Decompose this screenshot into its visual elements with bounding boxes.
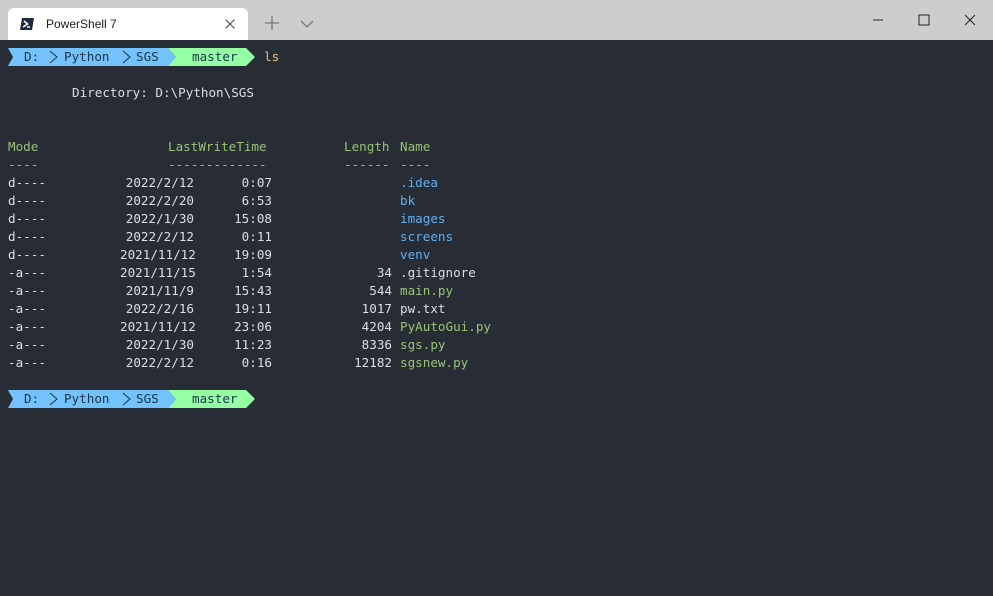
row-name[interactable]: images: [400, 210, 446, 228]
maximize-button[interactable]: [901, 0, 947, 40]
table-row: d---- 2022/1/30 15:08 images: [8, 210, 446, 228]
row-mode: d----: [8, 193, 46, 208]
table-row: -a--- 2021/11/9 15:43 544 main.py: [8, 282, 453, 300]
prompt-drive: D:: [24, 391, 40, 406]
row-time: 11:23: [234, 337, 272, 352]
prompt-drive: D:: [24, 49, 40, 64]
table-header: Mode LastWriteTime Length Name: [8, 138, 430, 156]
row-date: 2022/2/12: [125, 355, 194, 370]
underline-lastwritetime: -------------: [168, 157, 267, 172]
prompt-folder: SGS: [136, 391, 159, 406]
row-mode: -a---: [8, 355, 46, 370]
row-name[interactable]: .idea: [400, 174, 438, 192]
plus-icon[interactable]: [262, 13, 282, 33]
minimize-icon: [873, 19, 883, 21]
row-date: 2022/2/16: [125, 301, 194, 316]
row-mode: -a---: [8, 337, 46, 352]
row-time: 23:06: [234, 319, 272, 334]
table-row: -a--- 2022/2/16 19:11 1017 pw.txt: [8, 300, 446, 318]
row-name[interactable]: bk: [400, 192, 415, 210]
prompt-folder: Python: [64, 49, 110, 64]
table-row: -a--- 2022/2/12 0:16 12182 sgsnew.py: [8, 354, 468, 372]
underline-mode: ----: [8, 157, 39, 172]
row-name[interactable]: sgs.py: [400, 336, 446, 354]
row-mode: -a---: [8, 301, 46, 316]
row-date: 2022/1/30: [125, 337, 194, 352]
terminal-pane[interactable]: D: Python SGS master ls Directory: D:\Py…: [0, 40, 993, 596]
underline-name: ----: [400, 157, 431, 172]
table-row: d---- 2022/2/20 6:53 bk: [8, 192, 415, 210]
row-date: 2021/11/9: [125, 283, 194, 298]
underline-length: ------: [344, 157, 390, 172]
close-icon: [964, 14, 976, 26]
row-date: 2022/1/30: [125, 211, 194, 226]
row-mode: d----: [8, 247, 46, 262]
table-header-underline: ---- ------------- ------ ----: [8, 156, 430, 174]
minimize-button[interactable]: [855, 0, 901, 40]
row-name[interactable]: .gitignore: [400, 264, 476, 282]
row-date: 2021/11/12: [120, 319, 196, 334]
row-date: 2022/2/12: [125, 229, 194, 244]
row-time: 15:43: [234, 283, 272, 298]
row-date: 2022/2/12: [125, 175, 194, 190]
row-mode: d----: [8, 175, 46, 190]
maximize-icon: [918, 14, 930, 26]
row-time: 1:54: [241, 265, 272, 280]
row-mode: -a---: [8, 265, 46, 280]
header-length: Length: [344, 139, 390, 154]
command-text: ls: [264, 49, 280, 64]
powershell-icon: [20, 16, 36, 32]
row-mode: d----: [8, 229, 46, 244]
header-mode: Mode: [8, 139, 39, 154]
title-bar: PowerShell 7: [0, 0, 993, 40]
prompt-branch: master: [192, 49, 238, 64]
table-row: -a--- 2022/1/30 11:23 8336 sgs.py: [8, 336, 446, 354]
prompt-folder: SGS: [136, 49, 159, 64]
row-time: 19:11: [234, 301, 272, 316]
table-row: -a--- 2021/11/12 23:06 4204 PyAutoGui.py: [8, 318, 491, 336]
prompt-branch: master: [192, 391, 238, 406]
row-length: 1017: [361, 301, 392, 316]
row-date: 2022/2/20: [125, 193, 194, 208]
table-row: -a--- 2021/11/15 1:54 34 .gitignore: [8, 264, 476, 282]
prompt-folder: Python: [64, 391, 110, 406]
row-time: 0:16: [241, 355, 272, 370]
row-name[interactable]: screens: [400, 228, 453, 246]
row-time: 19:09: [234, 247, 272, 262]
row-name[interactable]: PyAutoGui.py: [400, 318, 491, 336]
tab-powershell[interactable]: PowerShell 7: [8, 8, 248, 40]
row-time: 0:07: [241, 175, 272, 190]
header-name: Name: [400, 139, 431, 154]
row-mode: -a---: [8, 319, 46, 334]
table-row: d---- 2021/11/12 19:09 venv: [8, 246, 430, 264]
table-row: d---- 2022/2/12 0:11 screens: [8, 228, 453, 246]
row-time: 0:11: [241, 229, 272, 244]
directory-line: Directory: D:\Python\SGS: [72, 85, 254, 100]
row-name[interactable]: pw.txt: [400, 300, 446, 318]
row-time: 15:08: [234, 211, 272, 226]
row-length: 34: [376, 265, 392, 280]
row-name[interactable]: main.py: [400, 282, 453, 300]
row-length: 4204: [361, 319, 392, 334]
row-time: 6:53: [241, 193, 272, 208]
close-window-button[interactable]: [947, 0, 993, 40]
row-length: 12182: [354, 355, 392, 370]
chevron-down-icon[interactable]: [297, 14, 317, 34]
tab-title: PowerShell 7: [46, 17, 117, 31]
row-date: 2021/11/12: [120, 247, 196, 262]
row-mode: -a---: [8, 283, 46, 298]
row-length: 8336: [361, 337, 392, 352]
header-lastwritetime: LastWriteTime: [168, 139, 267, 154]
table-row: d---- 2022/2/12 0:07 .idea: [8, 174, 438, 192]
row-name[interactable]: sgsnew.py: [400, 354, 468, 372]
row-date: 2021/11/15: [120, 265, 196, 280]
close-icon[interactable]: [222, 16, 238, 32]
row-name[interactable]: venv: [400, 246, 430, 264]
row-length: 544: [369, 283, 392, 298]
row-mode: d----: [8, 211, 46, 226]
